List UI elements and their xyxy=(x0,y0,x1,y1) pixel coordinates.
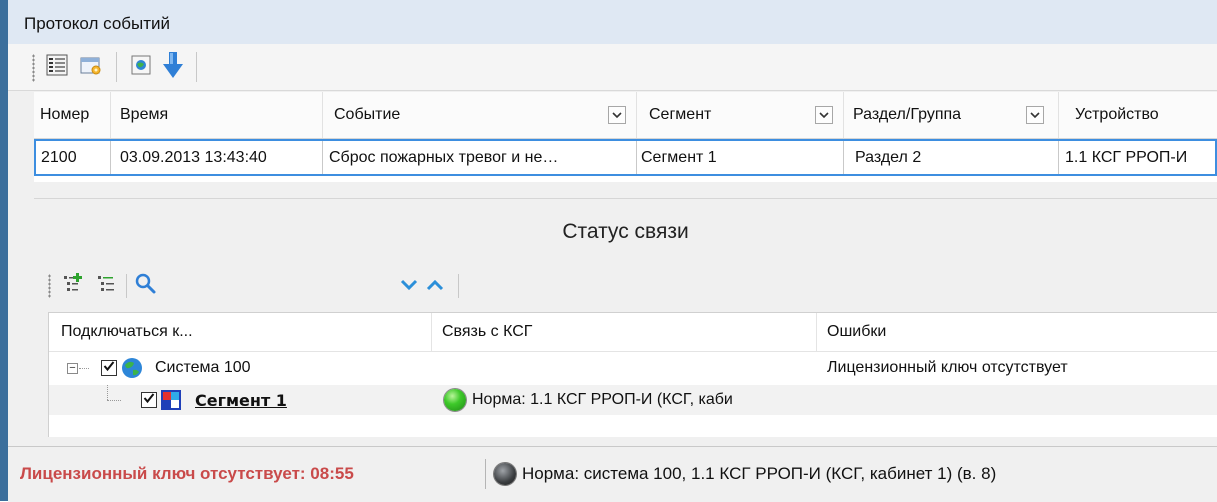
status-ok-icon xyxy=(444,389,466,411)
status-separator xyxy=(485,459,486,489)
segment-icon xyxy=(161,390,181,415)
chevron-down-icon xyxy=(1030,106,1040,124)
search-button[interactable] xyxy=(130,270,160,300)
column-label: Событие xyxy=(334,106,401,123)
column-header-device[interactable]: Устройство xyxy=(1059,92,1217,138)
checkmark-icon xyxy=(143,391,155,409)
toolbar-grip[interactable] xyxy=(48,274,51,298)
window-left-border xyxy=(0,0,8,501)
cell-event: Сброс пожарных тревог и не… xyxy=(323,141,637,174)
settings-window-icon xyxy=(79,53,103,82)
column-label: Связь с КСГ xyxy=(442,323,533,340)
segment-checkbox[interactable] xyxy=(141,392,157,408)
tree-row-segment[interactable]: Сегмент 1 Норма: 1.1 КСГ РРОП-И (КСГ, ка… xyxy=(49,385,1217,415)
toolbar-grip[interactable] xyxy=(32,54,35,82)
tree-add-icon xyxy=(61,271,85,300)
expand-all-button[interactable] xyxy=(58,270,88,300)
cell-section: Раздел 2 xyxy=(844,141,1059,174)
toolbar-separator xyxy=(116,52,117,82)
globe-icon xyxy=(120,356,144,385)
main-toolbar xyxy=(8,44,1217,91)
status-bar: Лицензионный ключ отсутствует: 08:55 Нор… xyxy=(8,446,1217,502)
window-title: Протокол событий xyxy=(24,14,171,33)
chevron-up-icon xyxy=(425,278,445,297)
previous-button[interactable] xyxy=(420,272,450,302)
column-header-ksg-link[interactable]: Связь с КСГ xyxy=(432,313,817,351)
system-checkbox[interactable] xyxy=(101,360,117,376)
toolbar-separator xyxy=(196,52,197,82)
connection-status-title: Статус связи xyxy=(562,220,689,243)
chevron-down-icon xyxy=(399,278,419,297)
connection-status-text: Норма: система 100, 1.1 КСГ РРОП-И (КСГ,… xyxy=(522,464,997,483)
globe-icon xyxy=(129,53,153,82)
system-error: Лицензионный ключ отсутствует xyxy=(827,359,1068,376)
column-label: Сегмент xyxy=(649,106,712,123)
arrow-down-icon xyxy=(161,51,185,84)
tree-connector xyxy=(107,385,108,400)
tree-expander[interactable]: − xyxy=(67,363,78,374)
column-label: Раздел/Группа xyxy=(853,106,962,123)
title-bar: Протокол событий xyxy=(8,0,1217,45)
tree-connector xyxy=(79,368,89,369)
connection-tree-header: Подключаться к... Связь с КСГ Ошибки xyxy=(49,313,1217,352)
column-header-segment[interactable]: Сегмент xyxy=(637,92,844,138)
toolbar-separator xyxy=(126,274,127,298)
tree-list-icon xyxy=(95,271,119,300)
tree-row-system[interactable]: − Система 100 Лицензионный ключ отсутств… xyxy=(49,353,1217,383)
window-settings-button[interactable] xyxy=(76,52,106,82)
checkmark-icon xyxy=(103,359,115,377)
column-header-section[interactable]: Раздел/Группа xyxy=(844,92,1059,138)
columns-icon xyxy=(45,53,69,82)
segment-link: Норма: 1.1 КСГ РРОП-И (КСГ, каби xyxy=(472,391,733,408)
search-icon xyxy=(133,271,157,300)
panel-divider xyxy=(34,198,1217,199)
cell-segment: Сегмент 1 xyxy=(637,141,844,174)
toolbar-separator xyxy=(458,274,459,298)
chevron-down-icon xyxy=(819,106,829,124)
download-button[interactable] xyxy=(158,51,188,84)
table-row[interactable]: 2100 03.09.2013 13:43:40 Сброс пожарных … xyxy=(34,139,1217,176)
cell-device: 1.1 КСГ РРОП-И xyxy=(1065,148,1188,166)
chevron-down-icon xyxy=(612,106,622,124)
column-label: Подключаться к... xyxy=(61,323,193,340)
connection-tree: Подключаться к... Связь с КСГ Ошибки − С… xyxy=(48,312,1217,437)
connection-indicator-icon xyxy=(494,463,516,485)
license-warning: Лицензионный ключ отсутствует: 08:55 xyxy=(20,464,354,483)
event-log-window: Протокол событий Номер Время Событие Сег… xyxy=(8,0,1217,502)
globe-button[interactable] xyxy=(126,52,156,82)
column-header-connect-to[interactable]: Подключаться к... xyxy=(49,313,432,351)
section-filter-button[interactable] xyxy=(1026,106,1044,124)
columns-button[interactable] xyxy=(42,52,72,82)
event-filter-button[interactable] xyxy=(608,106,626,124)
column-label: Устройство xyxy=(1075,106,1159,123)
cell-number: 2100 xyxy=(36,141,111,174)
events-grid-header: Номер Время Событие Сегмент Раздел/Групп… xyxy=(34,92,1217,139)
column-label: Номер xyxy=(40,106,90,123)
column-header-number[interactable]: Номер xyxy=(34,92,111,138)
column-header-errors[interactable]: Ошибки xyxy=(817,313,1217,351)
column-header-event[interactable]: Событие xyxy=(323,92,637,138)
column-label: Время xyxy=(120,106,169,123)
segment-filter-button[interactable] xyxy=(815,106,833,124)
column-header-time[interactable]: Время xyxy=(111,92,323,138)
tree-connector xyxy=(107,400,121,401)
events-grid: Номер Время Событие Сегмент Раздел/Групп… xyxy=(34,92,1217,182)
cell-time: 03.09.2013 13:43:40 xyxy=(111,141,323,174)
system-name: Система 100 xyxy=(155,359,251,376)
collapse-all-button[interactable] xyxy=(92,270,122,300)
segment-name[interactable]: Сегмент 1 xyxy=(195,385,287,415)
connection-toolbar xyxy=(48,266,1217,310)
column-label: Ошибки xyxy=(827,323,887,340)
